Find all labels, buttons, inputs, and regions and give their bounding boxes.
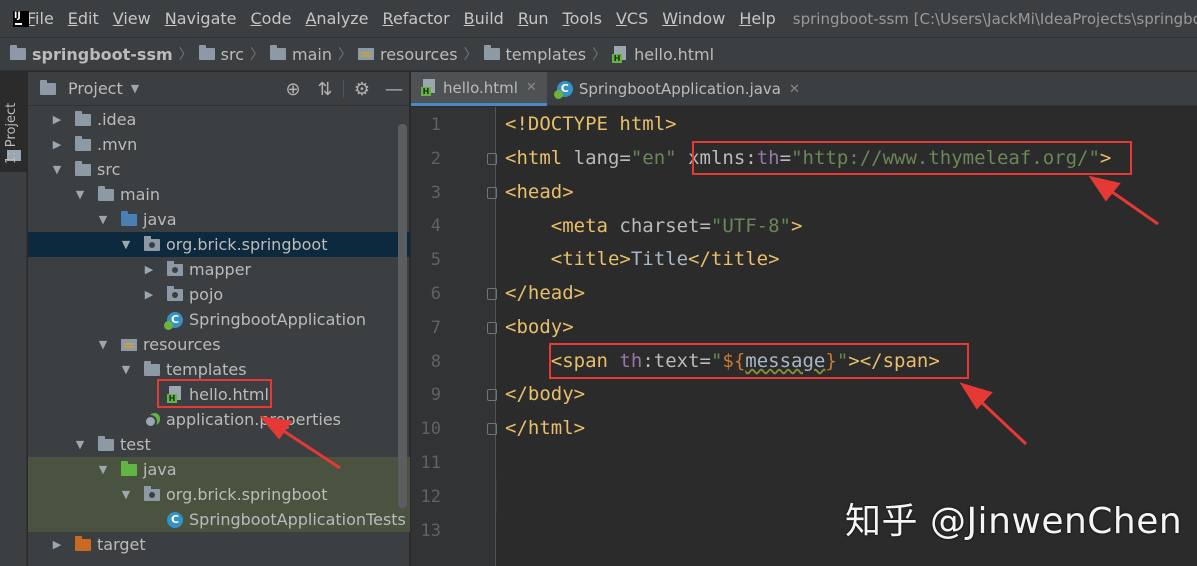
arrow-hello [275, 424, 341, 470]
arrow-head-icon [959, 382, 993, 410]
arrow-head-icon [1088, 175, 1121, 202]
annotation-arrows [259, 175, 1159, 470]
zhihu-watermark: 知乎 @JinwenChen [845, 501, 1183, 542]
arrow-span [973, 394, 1028, 446]
